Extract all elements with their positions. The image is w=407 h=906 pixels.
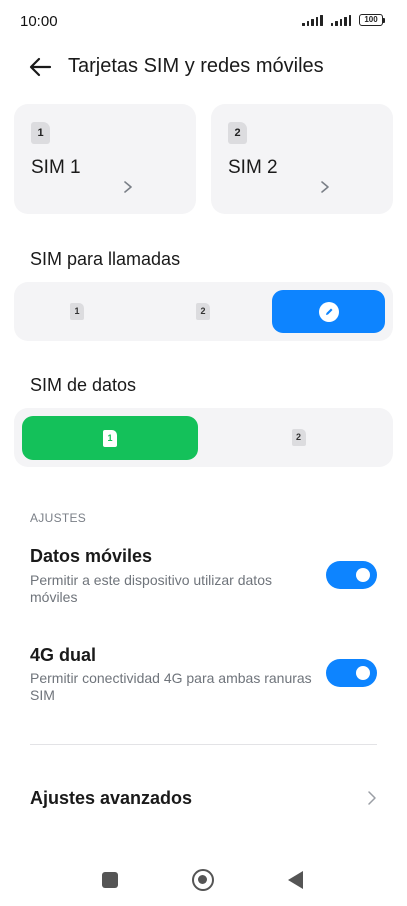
dual-4g-description: Permitir conectividad 4G para ambas ranu…: [30, 670, 312, 703]
status-time: 10:00: [20, 13, 58, 30]
sim-card-name: SIM 1: [31, 157, 81, 178]
square-icon[interactable]: [102, 872, 118, 888]
mobile-data-toggle[interactable]: [326, 561, 377, 589]
calls-option-sim2[interactable]: 2: [140, 282, 266, 341]
page-title: Tarjetas SIM y redes móviles: [68, 55, 324, 77]
mobile-data-title: Datos móviles: [30, 546, 153, 566]
data-option-sim1[interactable]: 1: [22, 416, 198, 460]
toggle-knob: [356, 666, 370, 680]
circle-icon[interactable]: [192, 869, 214, 891]
data-option-sim2[interactable]: 2: [204, 408, 393, 467]
arrow-left-icon[interactable]: [28, 54, 54, 80]
navigation-bar: [0, 858, 407, 902]
status-bar: 10:00 100: [0, 0, 407, 42]
dual-4g-toggle[interactable]: [326, 659, 377, 687]
data-sim-selector: 1 2: [14, 408, 393, 467]
signal-sim2-icon: [330, 14, 351, 26]
chevron-right-icon: [321, 181, 329, 193]
mobile-data-description: Permitir a este dispositivo utilizar dat…: [30, 572, 272, 605]
battery-icon: 100: [359, 14, 385, 26]
sim-1-icon: 1: [70, 303, 84, 320]
status-icons: 100: [302, 14, 385, 26]
sim-1-icon: 1: [103, 429, 117, 447]
sim-2-icon: 2: [228, 122, 247, 144]
battery-level: 100: [359, 14, 383, 26]
page-header: Tarjetas SIM y redes móviles: [0, 50, 407, 84]
calls-sim-selector: 1 2: [14, 282, 393, 341]
toggle-knob: [356, 568, 370, 582]
sim-card-2[interactable]: 2 SIM 2: [211, 104, 393, 214]
sim-card-1[interactable]: 1 SIM 1: [14, 104, 196, 214]
calls-section-label: SIM para llamadas: [30, 249, 181, 269]
chevron-right-icon: [124, 181, 132, 193]
data-section-label: SIM de datos: [30, 375, 137, 395]
advanced-settings-row[interactable]: Ajustes avanzados: [0, 776, 407, 822]
triangle-back-icon[interactable]: [288, 871, 303, 889]
sim-2-icon: 2: [291, 429, 306, 446]
pencil-icon: [318, 301, 339, 322]
dual-4g-title: 4G dual: [30, 645, 97, 665]
chevron-right-icon: [368, 791, 376, 805]
settings-group-label: AJUSTES: [30, 511, 87, 525]
calls-option-sim1[interactable]: 1: [14, 282, 140, 341]
sim-2-icon: 2: [196, 303, 210, 320]
signal-sim1-icon: [302, 14, 323, 26]
sim-card-name: SIM 2: [228, 157, 278, 178]
sim-1-icon: 1: [31, 122, 50, 144]
advanced-settings-label: Ajustes avanzados: [30, 788, 193, 808]
divider: [30, 744, 377, 745]
calls-option-ask[interactable]: [272, 290, 385, 333]
